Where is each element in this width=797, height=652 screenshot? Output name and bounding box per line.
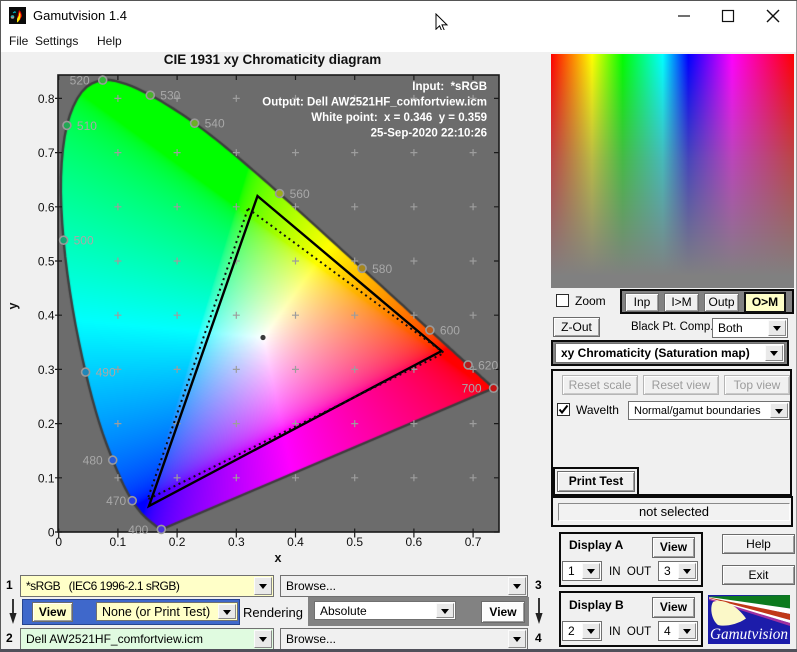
svg-text:540: 540 bbox=[205, 117, 225, 131]
svg-text:Gamutvision: Gamutvision bbox=[710, 626, 788, 643]
svg-text:530: 530 bbox=[160, 89, 180, 103]
svg-text:0.7: 0.7 bbox=[38, 146, 55, 160]
svg-text:0.1: 0.1 bbox=[38, 471, 55, 485]
svg-text:0.1: 0.1 bbox=[110, 535, 127, 549]
svg-text:0.4: 0.4 bbox=[38, 309, 55, 323]
svg-text:0.4: 0.4 bbox=[287, 535, 304, 549]
svg-text:580: 580 bbox=[372, 262, 392, 276]
svg-text:490: 490 bbox=[96, 366, 116, 380]
svg-text:x: x bbox=[275, 551, 282, 565]
svg-text:620: 620 bbox=[478, 358, 498, 372]
svg-text:25-Sep-2020 22:10:26: 25-Sep-2020 22:10:26 bbox=[371, 128, 487, 140]
svg-text:0.7: 0.7 bbox=[465, 535, 482, 549]
svg-text:520: 520 bbox=[70, 74, 90, 88]
svg-text:0.3: 0.3 bbox=[228, 535, 245, 549]
svg-text:0.3: 0.3 bbox=[38, 363, 55, 377]
svg-text:0.2: 0.2 bbox=[169, 535, 186, 549]
svg-text:0.2: 0.2 bbox=[38, 417, 55, 431]
svg-text:Output: Dell AW2521HF_comfortv: Output: Dell AW2521HF_comfortview.icm bbox=[262, 97, 487, 109]
svg-text:y: y bbox=[6, 302, 20, 309]
svg-text:0.5: 0.5 bbox=[346, 535, 363, 549]
svg-text:700: 700 bbox=[462, 382, 482, 396]
svg-text:0.8: 0.8 bbox=[38, 92, 55, 106]
svg-text:0: 0 bbox=[55, 535, 62, 549]
svg-text:0: 0 bbox=[48, 526, 55, 540]
svg-text:0.6: 0.6 bbox=[38, 200, 55, 214]
svg-text:Input: *sRGB: Input: *sRGB bbox=[412, 81, 487, 93]
svg-text:0.6: 0.6 bbox=[406, 535, 423, 549]
svg-text:560: 560 bbox=[290, 187, 310, 201]
svg-text:480: 480 bbox=[83, 454, 103, 468]
svg-text:400: 400 bbox=[128, 523, 148, 537]
svg-text:600: 600 bbox=[440, 324, 460, 338]
svg-text:510: 510 bbox=[77, 119, 97, 133]
svg-text:0.5: 0.5 bbox=[38, 255, 55, 269]
svg-text:470: 470 bbox=[106, 494, 126, 508]
svg-text:500: 500 bbox=[74, 234, 94, 248]
svg-text:White point: x = 0.346 y = 0: White point: x = 0.346 y = 0.359 bbox=[311, 112, 487, 124]
